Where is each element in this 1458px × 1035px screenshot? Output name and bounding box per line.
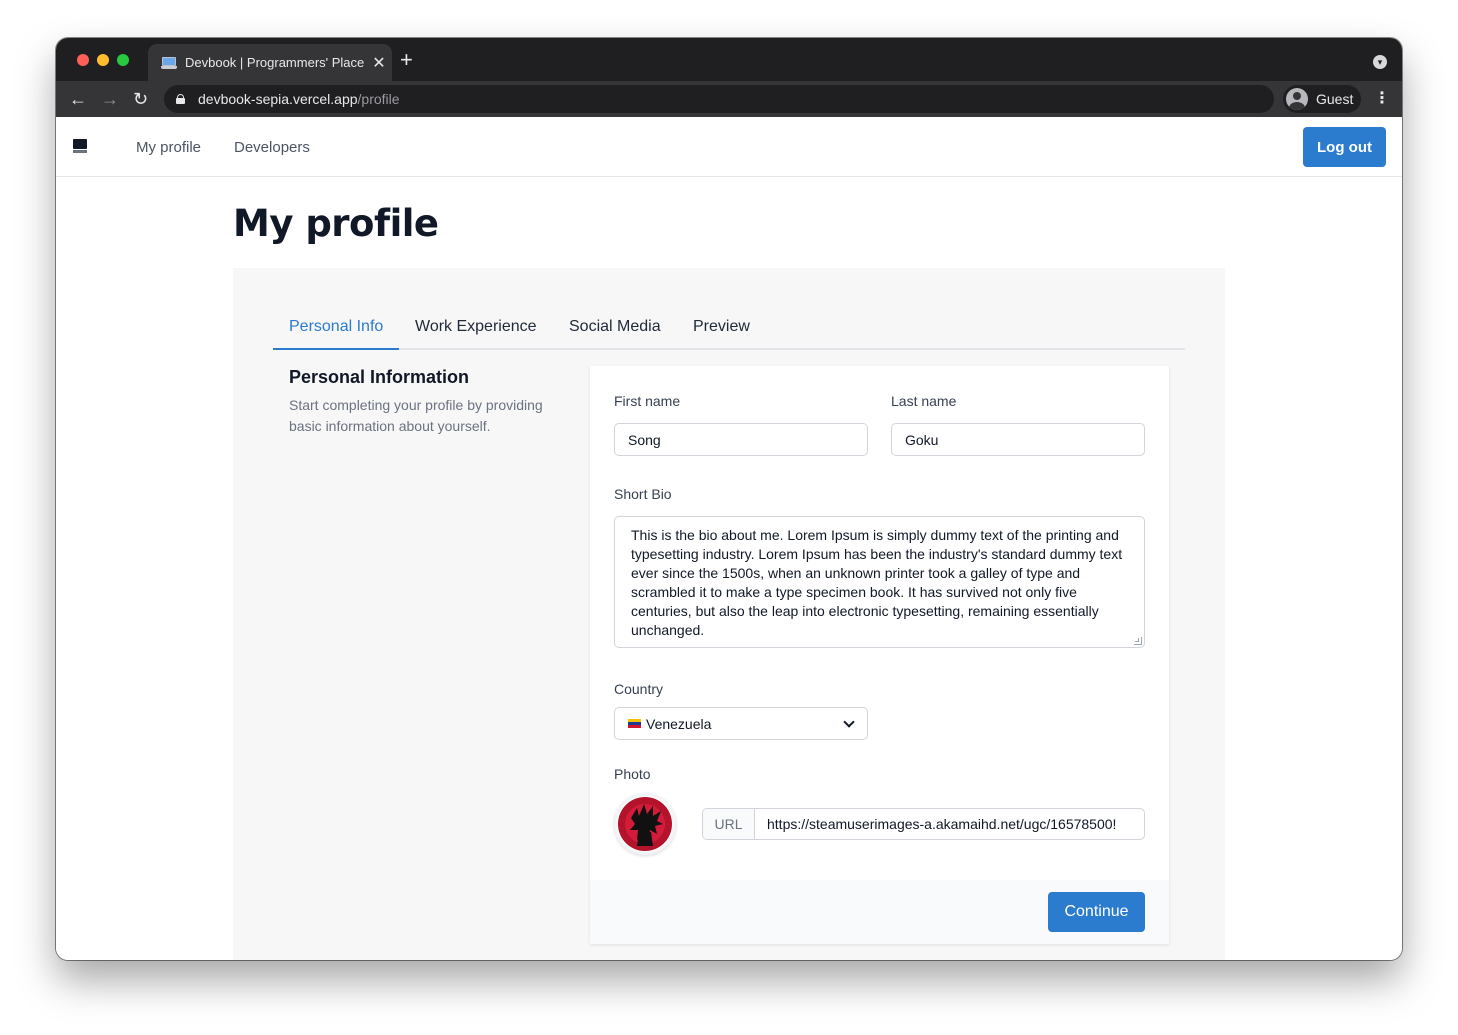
photo-url-field[interactable]: URL https://steamuserimages-a.akamaihd.n… bbox=[702, 808, 1145, 840]
short-bio-label: Short Bio bbox=[614, 486, 672, 502]
page-title: My profile bbox=[233, 202, 439, 245]
photo-url-value[interactable]: https://steamuserimages-a.akamaihd.net/u… bbox=[755, 809, 1144, 839]
address-bar[interactable]: devbook-sepia.vercel.app/profile bbox=[164, 85, 1274, 113]
personal-info-form: First name Song Last name Goku Short Bio… bbox=[590, 366, 1169, 944]
profile-button[interactable]: Guest bbox=[1283, 85, 1361, 113]
new-tab-button[interactable]: + bbox=[400, 48, 413, 72]
browser-tab[interactable]: Devbook | Programmers' Place ✕ bbox=[148, 44, 392, 81]
close-window-button[interactable] bbox=[77, 54, 89, 66]
avatar-image bbox=[618, 797, 672, 851]
tab-personal-info[interactable]: Personal Info bbox=[289, 318, 383, 350]
active-tab-indicator bbox=[273, 348, 399, 350]
profile-name: Guest bbox=[1316, 91, 1354, 107]
logout-button[interactable]: Log out bbox=[1303, 127, 1386, 167]
resize-handle-icon[interactable] bbox=[1134, 637, 1142, 645]
tab-preview[interactable]: Preview bbox=[693, 318, 750, 350]
site-navbar: My profile Developers Log out bbox=[56, 117, 1402, 177]
reload-icon[interactable]: ↻ bbox=[133, 87, 148, 111]
lock-icon bbox=[176, 94, 185, 104]
forward-arrow-icon[interactable]: → bbox=[101, 87, 119, 111]
venezuela-flag-icon bbox=[628, 719, 641, 728]
profile-tabs: Personal Info Work Experience Social Med… bbox=[273, 310, 1185, 350]
laptop-icon bbox=[161, 56, 177, 69]
laptop-logo-icon[interactable] bbox=[73, 139, 87, 153]
minimize-window-button[interactable] bbox=[97, 54, 109, 66]
first-name-field[interactable]: Song bbox=[614, 423, 868, 456]
continue-button[interactable]: Continue bbox=[1048, 892, 1145, 932]
nav-link-my-profile[interactable]: My profile bbox=[136, 139, 201, 156]
photo-label: Photo bbox=[614, 766, 651, 782]
close-tab-icon[interactable]: ✕ bbox=[366, 53, 392, 73]
back-arrow-icon[interactable]: ← bbox=[69, 87, 87, 111]
maximize-window-button[interactable] bbox=[117, 54, 129, 66]
chevron-down-icon bbox=[843, 716, 855, 728]
nav-link-developers[interactable]: Developers bbox=[234, 139, 310, 156]
page-content: My profile Developers Log out My profile… bbox=[56, 117, 1402, 960]
country-value: Venezuela bbox=[646, 715, 712, 732]
person-icon bbox=[1286, 88, 1308, 110]
url-path: /profile bbox=[357, 91, 400, 107]
avatar bbox=[614, 793, 676, 855]
last-name-label: Last name bbox=[891, 393, 957, 409]
url-host: devbook-sepia.vercel.app bbox=[198, 91, 358, 107]
tab-work-experience[interactable]: Work Experience bbox=[415, 318, 537, 350]
tab-strip: Devbook | Programmers' Place ✕ + ▾ bbox=[56, 38, 1402, 81]
more-menu-icon[interactable]: ⋮ bbox=[1374, 89, 1390, 109]
short-bio-text: This is the bio about me. Lorem Ipsum is… bbox=[631, 527, 1123, 638]
browser-window: Devbook | Programmers' Place ✕ + ▾ ← → ↻… bbox=[56, 38, 1402, 960]
url-addon-label: URL bbox=[703, 809, 755, 839]
country-label: Country bbox=[614, 681, 664, 697]
browser-toolbar: ← → ↻ devbook-sepia.vercel.app/profile G… bbox=[56, 81, 1402, 117]
section-heading: Personal Information bbox=[289, 367, 470, 387]
tab-social-media[interactable]: Social Media bbox=[569, 318, 661, 350]
country-select[interactable]: Venezuela bbox=[614, 707, 868, 740]
short-bio-textarea[interactable]: This is the bio about me. Lorem Ipsum is… bbox=[614, 516, 1145, 648]
tab-title: Devbook | Programmers' Place bbox=[185, 55, 365, 70]
form-footer: Continue bbox=[590, 880, 1169, 944]
profile-panel: Personal Info Work Experience Social Med… bbox=[233, 268, 1225, 960]
last-name-field[interactable]: Goku bbox=[891, 423, 1145, 456]
first-name-label: First name bbox=[614, 393, 681, 409]
section-description: Start completing your profile by providi… bbox=[289, 397, 543, 434]
tab-search-icon[interactable]: ▾ bbox=[1373, 55, 1387, 69]
